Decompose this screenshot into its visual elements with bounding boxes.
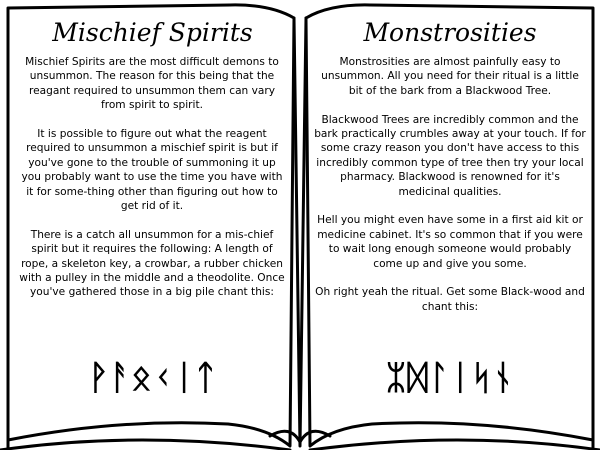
right-rune-chant: ᛯᛞᛚᛁᛋᚾ xyxy=(385,358,515,398)
left-paragraph: It is possible to figure out what the re… xyxy=(21,128,283,213)
right-paragraph: Blackwood Trees are incredibly common an… xyxy=(314,113,586,198)
right-paragraph: Oh right yeah the ritual. Get some Black… xyxy=(315,286,585,313)
right-page-title: Monstrosities xyxy=(363,18,537,47)
left-page-body: Mischief Spirits are the most difficult … xyxy=(18,55,286,314)
left-paragraph: Mischief Spirits are the most difficult … xyxy=(25,56,279,112)
left-paragraph: There is a catch all unsummon for a mis-… xyxy=(19,228,285,299)
left-cover-edge xyxy=(0,438,292,450)
right-cover-edge xyxy=(308,438,600,450)
book-spine xyxy=(292,16,308,448)
right-paragraph: Monstrosities are almost painfully easy … xyxy=(321,56,579,97)
right-page-body: Monstrosities are almost painfully easy … xyxy=(314,55,586,329)
left-rune-chant: ᚹᚨᛟᚲᛁᛏ xyxy=(88,358,217,398)
left-page-title: Mischief Spirits xyxy=(52,18,253,47)
right-paragraph: Hell you might even have some in a first… xyxy=(317,214,583,270)
